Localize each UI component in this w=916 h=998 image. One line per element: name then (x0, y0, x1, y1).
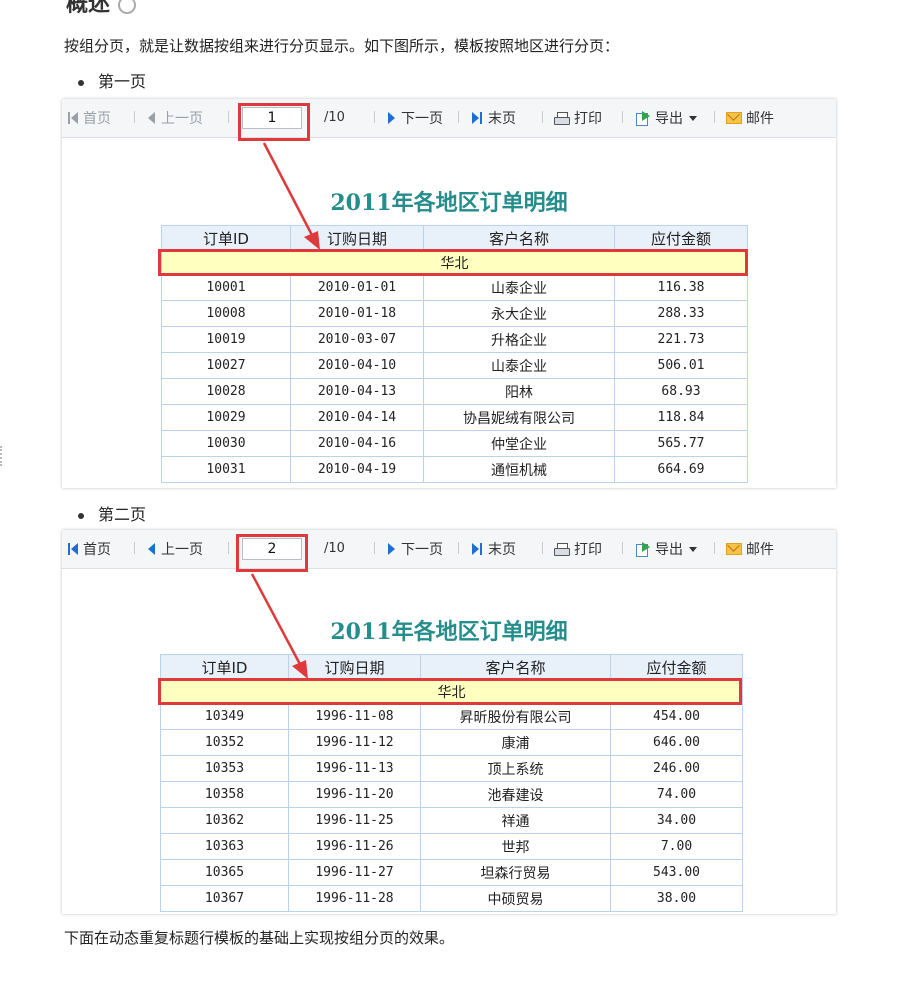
intro-paragraph: 按组分页，就是让数据按组来进行分页显示。如下图所示，模板按照地区进行分页： (64, 37, 620, 55)
bullet-dot-icon (78, 512, 84, 519)
section-heading: 概述 (66, 0, 137, 18)
bullet-page-1: 第一页 (78, 68, 146, 92)
bullet-dot-icon (78, 79, 84, 86)
report-preview-page-1: 首页 上一页 1 /10 下一页 末页 打印 导出 邮件 2011年各地区订单明… (62, 99, 836, 488)
arrow-annotation (250, 573, 308, 679)
arrow-head (292, 660, 308, 679)
arrow-annotation (262, 142, 320, 250)
anchor-icon (118, 0, 137, 14)
arrow-line (250, 573, 304, 669)
arrow-line (262, 142, 316, 240)
bullet-page-2: 第二页 (78, 501, 146, 525)
report-preview-page-2: 首页 上一页 2 /10 下一页 末页 打印 导出 邮件 2011年各地区订单明… (62, 530, 836, 914)
arrow-head (304, 231, 320, 250)
outro-paragraph: 下面在动态重复标题行模板的基础上实现按组分页的效果。 (64, 929, 455, 947)
scroll-marker (0, 446, 5, 466)
